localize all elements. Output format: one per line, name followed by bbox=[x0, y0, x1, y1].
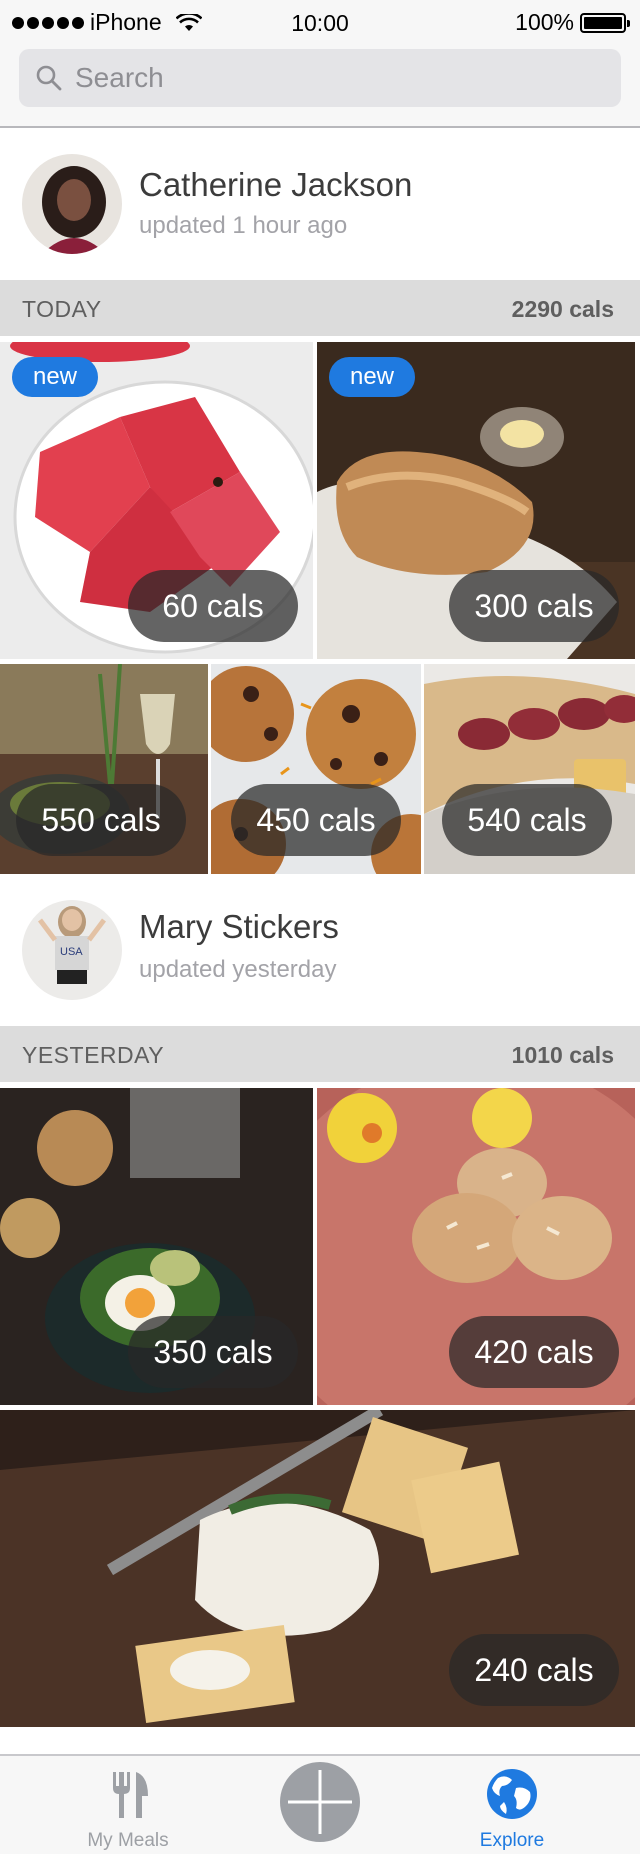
search-icon bbox=[36, 65, 62, 91]
meal-photo-bread[interactable]: new 300 cals bbox=[317, 342, 635, 659]
battery-status: 100% bbox=[515, 9, 630, 36]
battery-percent: 100% bbox=[515, 9, 574, 35]
section-header-yesterday: YESTERDAY 1010 cals bbox=[0, 1026, 640, 1082]
calories-label: 540 cals bbox=[442, 784, 612, 856]
section-header-today: TODAY 2290 cals bbox=[0, 280, 640, 336]
profile-row[interactable]: Catherine Jackson updated 1 hour ago bbox=[0, 130, 640, 280]
section-label: YESTERDAY bbox=[22, 1042, 165, 1068]
user-name[interactable]: Catherine Jackson bbox=[139, 166, 412, 204]
calories-label: 300 cals bbox=[449, 570, 619, 642]
new-badge: new bbox=[12, 357, 98, 397]
calories-label: 420 cals bbox=[449, 1316, 619, 1388]
meal-photo-crackers[interactable]: 240 cals bbox=[0, 1410, 635, 1727]
tab-label: Explore bbox=[479, 1830, 545, 1851]
calories-label: 240 cals bbox=[449, 1634, 619, 1706]
meal-photo-cookies[interactable]: 450 cals bbox=[211, 664, 421, 874]
status-bar: iPhone 10:00 100% bbox=[0, 0, 640, 44]
avatar[interactable]: USA bbox=[22, 900, 122, 1000]
meal-photo-sandwich[interactable]: 540 cals bbox=[424, 664, 635, 874]
user-name[interactable]: Mary Stickers bbox=[139, 908, 339, 946]
section-total-cals: 2290 cals bbox=[511, 296, 614, 322]
updated-time: updated yesterday bbox=[139, 956, 337, 983]
calories-label: 60 cals bbox=[128, 570, 298, 642]
tab-explore[interactable]: Explore bbox=[432, 1756, 592, 1854]
calories-label: 550 cals bbox=[16, 784, 186, 856]
profile-row[interactable]: USA Mary Stickers updated yesterday bbox=[0, 876, 640, 1026]
calories-label: 450 cals bbox=[231, 784, 401, 856]
tab-label: My Meals bbox=[87, 1830, 169, 1851]
meal-photo-almond-cookies[interactable]: 420 cals bbox=[317, 1088, 635, 1405]
battery-icon bbox=[580, 12, 630, 33]
svg-text:USA: USA bbox=[60, 946, 83, 958]
updated-time: updated 1 hour ago bbox=[139, 212, 348, 239]
search-input[interactable] bbox=[75, 49, 595, 107]
tab-my-meals[interactable]: My Meals bbox=[48, 1756, 208, 1854]
add-meal-button[interactable] bbox=[280, 1762, 360, 1842]
avatar[interactable] bbox=[22, 154, 122, 254]
globe-icon bbox=[487, 1769, 537, 1819]
meal-photo-salad[interactable]: 550 cals bbox=[0, 664, 208, 874]
meal-photo-watermelon[interactable]: new 60 cals bbox=[0, 342, 313, 659]
plus-icon bbox=[288, 1770, 352, 1834]
section-label: TODAY bbox=[22, 296, 102, 322]
new-badge: new bbox=[329, 357, 415, 397]
search-bar[interactable] bbox=[19, 49, 621, 107]
fork-knife-icon bbox=[113, 1772, 148, 1818]
search-area bbox=[0, 44, 640, 128]
calories-label: 350 cals bbox=[128, 1316, 298, 1388]
section-total-cals: 1010 cals bbox=[511, 1042, 614, 1068]
meal-photo-egg-toast[interactable]: 350 cals bbox=[0, 1088, 313, 1405]
tab-bar: My Meals Explore bbox=[0, 1754, 640, 1854]
